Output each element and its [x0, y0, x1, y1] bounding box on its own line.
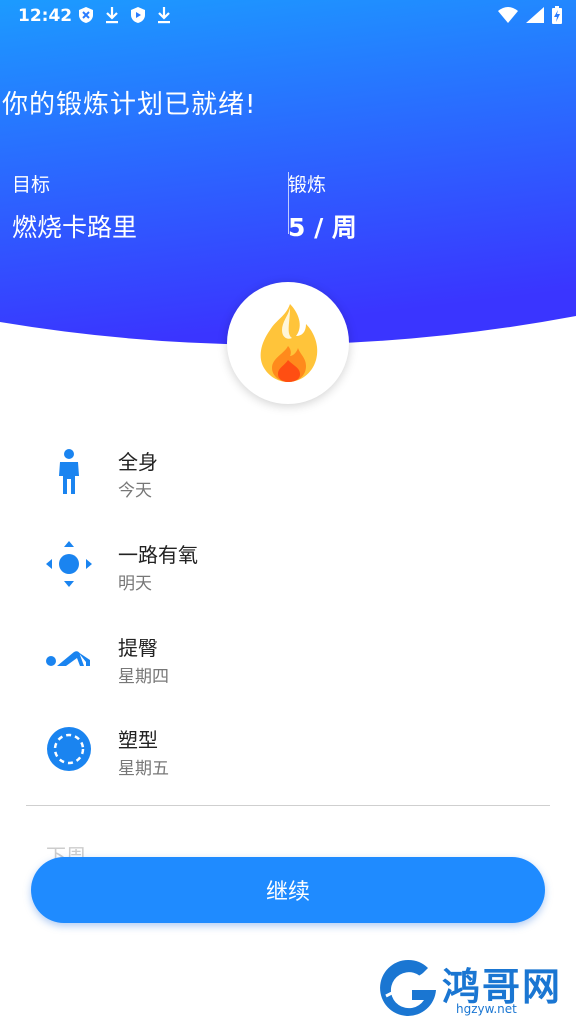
plan-item-cardio[interactable]: 一路有氧 明天 — [0, 539, 576, 619]
plan-item-day: 星期四 — [118, 667, 169, 687]
goal-value: 燃烧卡路里 — [12, 213, 138, 242]
plan-item-shaping[interactable]: 塑型 星期五 — [0, 724, 576, 804]
status-time: 12:42 — [18, 6, 73, 26]
shield-x-icon — [78, 6, 94, 24]
signal-icon — [526, 7, 544, 23]
plan-item-title: 提臀 — [118, 636, 158, 660]
goal-label: 目标 — [12, 174, 51, 196]
plan-item-day: 明天 — [118, 574, 152, 594]
frequency-label: 锻炼 — [288, 174, 327, 196]
watermark-logo: 鸿哥网 hgzyw.net — [376, 956, 572, 1020]
continue-button[interactable]: 继续 — [31, 857, 545, 923]
plan-item-glutes[interactable]: 提臀 星期四 — [0, 632, 576, 712]
plan-item-day: 星期五 — [118, 759, 169, 779]
person-standing-icon — [44, 446, 94, 496]
watermark-g-icon — [380, 959, 436, 1016]
download-icon — [156, 6, 172, 24]
frequency-value: 5 / 周 — [288, 213, 357, 242]
plan-item-title: 一路有氧 — [118, 543, 198, 567]
status-bar: 12:42 — [0, 0, 576, 32]
plan-item-title: 塑型 — [118, 728, 158, 752]
battery-charging-icon — [552, 6, 562, 24]
wifi-icon — [498, 7, 518, 23]
plan-item-day: 今天 — [118, 481, 152, 501]
flame-icon — [260, 304, 318, 382]
plan-item-full-body[interactable]: 全身 今天 — [0, 446, 576, 526]
watermark-url: hgzyw.net — [456, 1002, 517, 1016]
aerobic-arrows-icon — [44, 539, 94, 589]
list-divider — [26, 805, 550, 806]
play-protect-icon — [130, 6, 146, 24]
glute-bridge-icon — [44, 632, 94, 682]
download-icon — [104, 6, 120, 24]
page-title: 你的锻炼计划已就绪! — [2, 90, 257, 120]
flame-badge — [227, 282, 349, 404]
shape-circle-icon — [44, 724, 94, 774]
plan-item-title: 全身 — [118, 450, 158, 474]
